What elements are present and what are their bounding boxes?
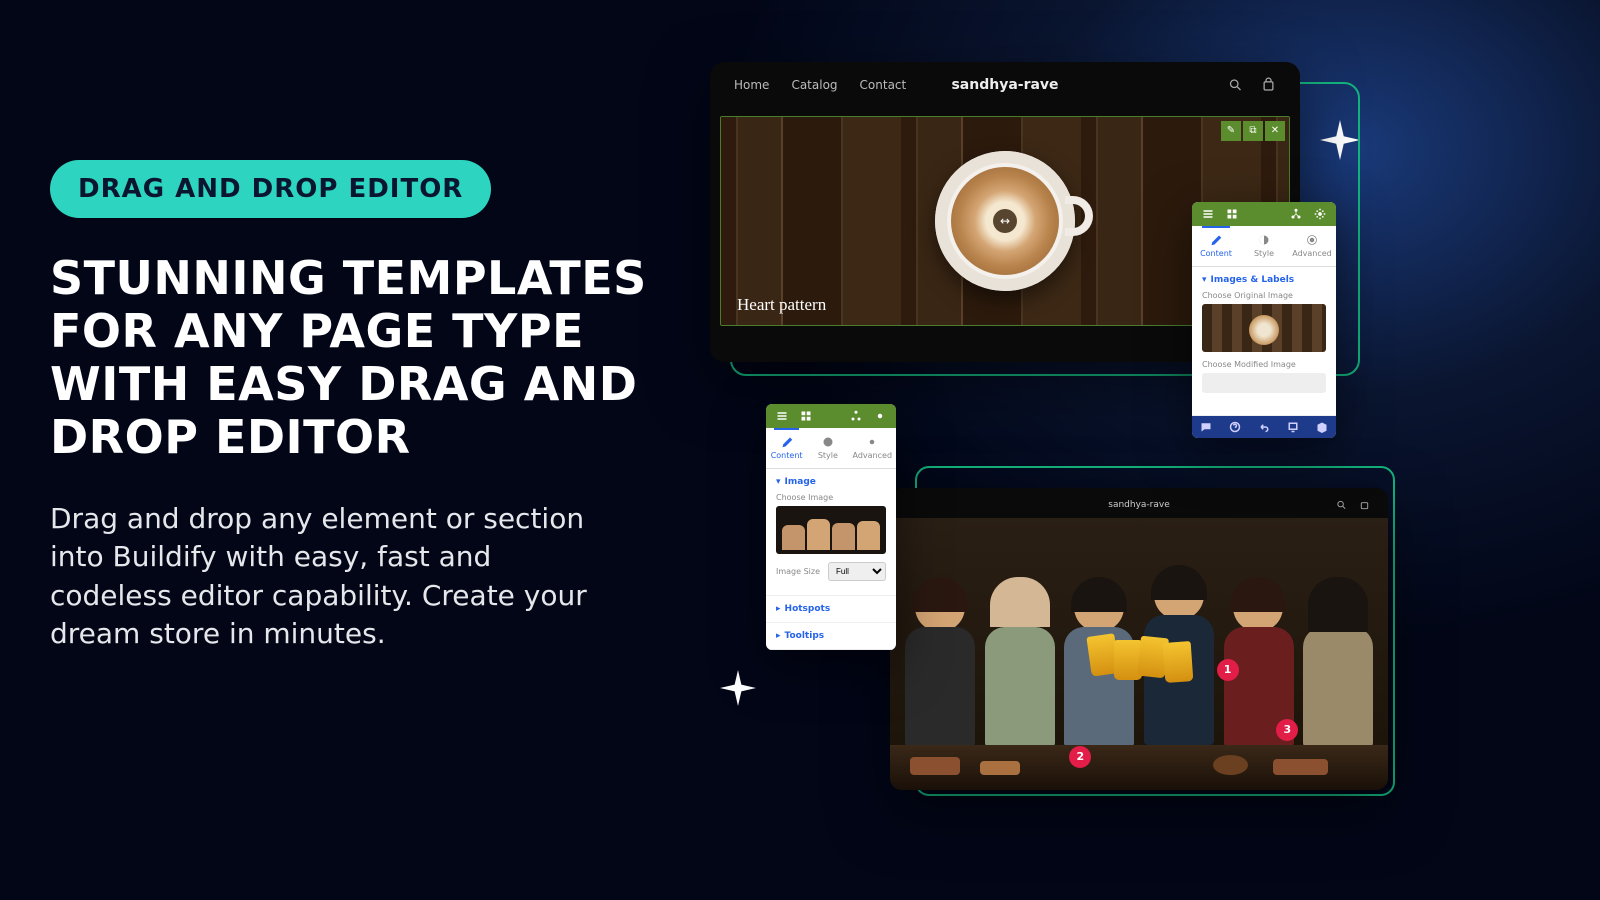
tab-content[interactable]: Content bbox=[1192, 226, 1240, 266]
sparkle-icon bbox=[720, 670, 756, 715]
nav-catalog[interactable]: Catalog bbox=[791, 78, 837, 92]
headline: STUNNING TEMPLATES FOR ANY PAGE TYPE WIT… bbox=[50, 252, 690, 464]
store-brand: sandhya-rave bbox=[951, 77, 1058, 93]
tab-style[interactable]: Style bbox=[1240, 226, 1288, 266]
section-hotspots[interactable]: ▸ Hotspots bbox=[776, 604, 886, 614]
section-images-labels[interactable]: ▾ Images & Labels bbox=[1202, 275, 1326, 285]
section-image[interactable]: ▾ Image bbox=[776, 477, 886, 487]
original-image-thumb[interactable] bbox=[1202, 304, 1326, 352]
search-icon[interactable] bbox=[1228, 76, 1243, 94]
tab-style[interactable]: Style bbox=[807, 428, 848, 468]
section-tooltips[interactable]: ▸ Tooltips bbox=[776, 631, 886, 641]
edit-icon[interactable]: ✎ bbox=[1221, 121, 1241, 141]
image-caption: Heart pattern bbox=[737, 295, 826, 315]
tab-content[interactable]: Content bbox=[766, 428, 807, 468]
menu-icon[interactable] bbox=[776, 410, 788, 422]
label-original-image: Choose Original Image bbox=[1202, 291, 1326, 300]
duplicate-icon[interactable]: ⧉ bbox=[1243, 121, 1263, 141]
tab-advanced[interactable]: Advanced bbox=[849, 428, 897, 468]
image-size-select[interactable]: Full bbox=[828, 562, 886, 581]
undo-icon[interactable] bbox=[1258, 421, 1270, 433]
nav-home[interactable]: Home bbox=[734, 78, 769, 92]
gear-icon[interactable] bbox=[1314, 208, 1326, 220]
cart-icon[interactable] bbox=[1261, 76, 1276, 94]
delete-icon[interactable]: ✕ bbox=[1265, 121, 1285, 141]
help-icon[interactable] bbox=[1229, 421, 1241, 433]
label-choose-image: Choose Image bbox=[776, 493, 886, 502]
preview-window-2: sandhya-rave 1 2 3 bbox=[890, 488, 1388, 790]
gear-icon[interactable] bbox=[874, 410, 886, 422]
tree-icon[interactable] bbox=[850, 410, 862, 422]
grid-icon[interactable] bbox=[800, 410, 812, 422]
store-brand-2: sandhya-rave bbox=[1108, 500, 1170, 510]
friends-image[interactable]: 1 2 3 bbox=[890, 518, 1388, 790]
label-image-size: Image Size bbox=[776, 567, 820, 576]
description: Drag and drop any element or section int… bbox=[50, 500, 610, 655]
nav-contact[interactable]: Contact bbox=[860, 78, 907, 92]
hotspot-1[interactable]: 1 bbox=[1217, 659, 1239, 681]
grid-icon[interactable] bbox=[1226, 208, 1238, 220]
compare-handle[interactable]: ↔ bbox=[993, 209, 1017, 233]
editor-panel-b: Content Style Advanced ▾ Image Choose Im… bbox=[766, 404, 896, 650]
device-icon[interactable] bbox=[1287, 421, 1299, 433]
editor-panel-a: Content Style Advanced ▾ Images & Labels… bbox=[1192, 202, 1336, 438]
image-thumb[interactable] bbox=[776, 506, 886, 554]
tree-icon[interactable] bbox=[1290, 208, 1302, 220]
tab-advanced[interactable]: Advanced bbox=[1288, 226, 1336, 266]
menu-icon[interactable] bbox=[1202, 208, 1214, 220]
search-icon[interactable] bbox=[1336, 498, 1347, 512]
label-modified-image: Choose Modified Image bbox=[1202, 360, 1326, 369]
feature-badge: DRAG AND DROP EDITOR bbox=[50, 160, 491, 218]
modified-image-thumb[interactable] bbox=[1202, 373, 1326, 393]
chat-icon[interactable] bbox=[1200, 421, 1212, 433]
save-icon[interactable] bbox=[1316, 421, 1328, 433]
cart-icon[interactable] bbox=[1359, 498, 1370, 512]
